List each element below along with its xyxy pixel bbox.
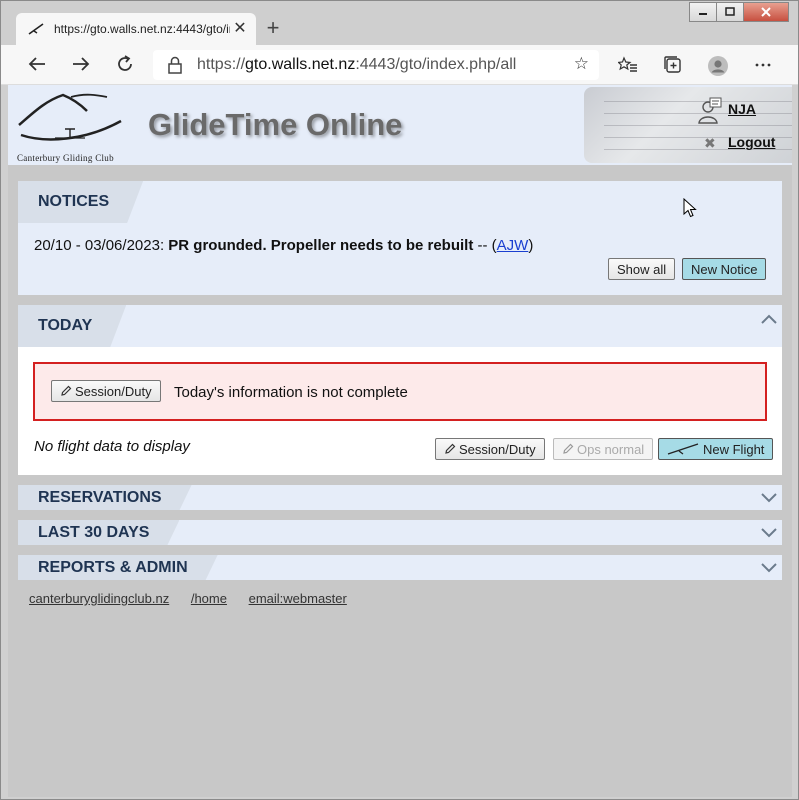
footer-links: canterburyglidingclub.nz /home email:web…	[29, 591, 365, 606]
today-body: Session/Duty Today's information is not …	[18, 347, 782, 475]
address-bar[interactable]: https://gto.walls.net.nz:4443/gto/index.…	[153, 50, 599, 80]
window-controls	[689, 2, 789, 22]
logout-link[interactable]: Logout	[728, 134, 775, 150]
today-section: TODAY Session/Duty Today's information i…	[18, 305, 782, 475]
logo-text: Canterbury Gliding Club	[17, 153, 114, 163]
notices-title: NOTICES	[18, 181, 143, 223]
incomplete-alert: Session/Duty Today's information is not …	[33, 362, 767, 421]
chevron-down-icon[interactable]	[760, 558, 778, 576]
show-all-button[interactable]: Show all	[608, 258, 676, 280]
page-content: Canterbury Gliding Club GlideTime Online…	[8, 85, 792, 797]
chevron-up-icon[interactable]	[760, 311, 778, 329]
tab-close-icon[interactable]: ✕	[232, 20, 248, 38]
alert-session-duty-label: Session/Duty	[75, 383, 152, 399]
lock-icon	[168, 56, 182, 74]
user-link[interactable]: NJA	[728, 101, 756, 117]
new-flight-button[interactable]: New Flight	[658, 438, 774, 460]
alert-text: Today's information is not complete	[174, 384, 408, 401]
browser-window: https://gto.walls.net.nz:4443/gto/index.…	[0, 0, 799, 800]
club-logo[interactable]: Canterbury Gliding Club	[15, 91, 127, 165]
collections-icon[interactable]	[663, 55, 683, 75]
session-duty-label: Session/Duty	[459, 441, 536, 457]
browser-toolbar: https://gto.walls.net.nz:4443/gto/index.…	[1, 45, 798, 85]
favorites-list-icon[interactable]	[617, 55, 638, 75]
pencil-icon	[563, 443, 574, 454]
maximize-icon[interactable]	[716, 2, 744, 22]
forward-arrow-icon[interactable]	[69, 53, 93, 77]
new-notice-button[interactable]: New Notice	[682, 258, 767, 280]
email-webmaster-link[interactable]: email:webmaster	[249, 591, 347, 606]
pencil-icon	[445, 443, 456, 454]
ops-normal-label: Ops normal	[577, 441, 645, 457]
url-text: https://gto.walls.net.nz:4443/gto/index.…	[197, 56, 517, 73]
browser-tab[interactable]: https://gto.walls.net.nz:4443/gto/index.…	[16, 13, 256, 45]
glider-mountain-logo-icon	[18, 93, 122, 141]
notice-item: 20/10 - 03/06/2023: PR grounded. Propell…	[34, 237, 533, 254]
last-30-days-section[interactable]: LAST 30 DAYS	[18, 520, 782, 545]
last-30-days-title: LAST 30 DAYS	[18, 520, 179, 545]
glider-favicon-icon	[28, 23, 44, 35]
window-close-icon[interactable]	[743, 2, 789, 22]
site-header: Canterbury Gliding Club GlideTime Online…	[8, 85, 792, 165]
notice-date: 20/10 - 03/06/2023:	[34, 237, 165, 254]
mouse-cursor-icon	[683, 198, 697, 218]
chevron-down-icon[interactable]	[760, 488, 778, 506]
no-flight-message: No flight data to display	[34, 438, 190, 455]
reservations-header[interactable]: RESERVATIONS	[18, 485, 782, 510]
refresh-icon[interactable]	[113, 53, 137, 77]
notices-section: NOTICES 20/10 - 03/06/2023: PR grounded.…	[18, 181, 782, 295]
club-website-link[interactable]: canterburyglidingclub.nz	[29, 591, 169, 606]
new-flight-label: New Flight	[703, 441, 765, 457]
today-title: TODAY	[18, 305, 126, 347]
chevron-down-icon[interactable]	[760, 523, 778, 541]
site-title: GlideTime Online	[148, 107, 403, 142]
home-link[interactable]: /home	[191, 591, 227, 606]
new-tab-icon[interactable]: +	[259, 15, 287, 43]
pencil-icon	[61, 385, 72, 396]
today-header[interactable]: TODAY	[18, 305, 782, 347]
reports-admin-title: REPORTS & ADMIN	[18, 555, 218, 580]
user-profile-icon	[698, 97, 722, 124]
tab-strip: https://gto.walls.net.nz:4443/gto/index.…	[1, 1, 798, 45]
reservations-title: RESERVATIONS	[18, 485, 192, 510]
last-30-days-header[interactable]: LAST 30 DAYS	[18, 520, 782, 545]
notice-closing: )	[528, 237, 534, 254]
alert-session-duty-button[interactable]: Session/Duty	[51, 380, 161, 402]
minimize-icon[interactable]	[689, 2, 717, 22]
notice-message: PR grounded. Propeller needs to be rebui…	[168, 237, 474, 254]
ops-normal-button[interactable]: Ops normal	[553, 438, 654, 460]
logout-icon: ✖	[704, 135, 716, 151]
back-arrow-icon[interactable]	[25, 53, 49, 77]
tab-title: https://gto.walls.net.nz:4443/gto/index.…	[54, 22, 230, 36]
reports-admin-section[interactable]: REPORTS & ADMIN	[18, 555, 782, 580]
profile-avatar-icon[interactable]	[707, 55, 728, 76]
notice-separator: -- (	[473, 237, 497, 254]
session-duty-button[interactable]: Session/Duty	[435, 438, 545, 460]
logbook-image	[584, 87, 792, 163]
notice-author-link[interactable]: AJW	[497, 237, 529, 254]
more-options-icon[interactable]	[753, 55, 773, 75]
favorite-star-icon[interactable]: ☆	[574, 54, 589, 74]
reports-admin-header[interactable]: REPORTS & ADMIN	[18, 555, 782, 580]
notices-header[interactable]: NOTICES	[18, 181, 782, 223]
glider-icon	[667, 443, 699, 455]
reservations-section[interactable]: RESERVATIONS	[18, 485, 782, 510]
